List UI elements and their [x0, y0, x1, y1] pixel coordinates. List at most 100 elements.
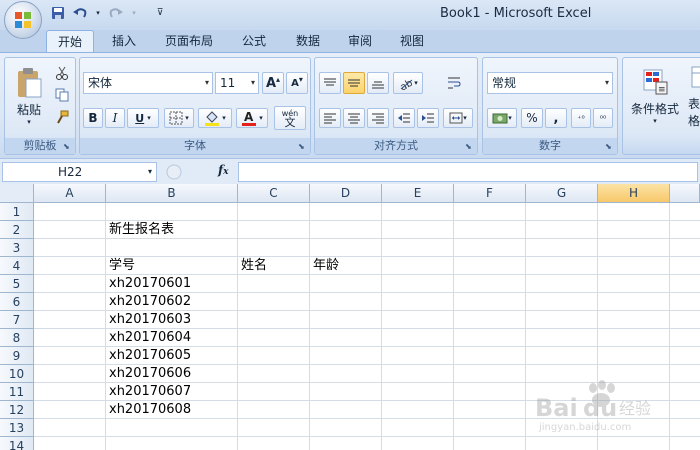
bottom-align-button[interactable] [367, 72, 389, 94]
accounting-format-button[interactable]: ▾ [487, 108, 517, 128]
name-box[interactable]: H22 ▾ [2, 162, 157, 182]
row-header-2[interactable]: 2 [0, 221, 34, 239]
paste-button[interactable]: 粘贴 ▾ [9, 62, 49, 130]
column-header-a[interactable]: A [34, 184, 106, 203]
clipboard-launcher-icon[interactable]: ⬊ [63, 142, 72, 151]
select-all-corner[interactable] [0, 184, 34, 203]
undo-dropdown-icon[interactable]: ▾ [94, 5, 102, 21]
row-header-5[interactable]: 5 [0, 275, 34, 293]
top-align-button[interactable] [319, 72, 341, 94]
row-header-14[interactable]: 14 [0, 437, 34, 450]
save-icon[interactable] [50, 5, 66, 21]
underline-button[interactable]: U ▾ [127, 108, 159, 128]
grow-font-label: A [265, 75, 277, 91]
shrink-font-button[interactable]: A ▾ [286, 72, 308, 94]
percent-button[interactable]: % [521, 108, 543, 128]
align-center-button[interactable] [343, 108, 365, 128]
number-format-combo[interactable]: 常规 ▾ [487, 72, 613, 94]
borders-button[interactable]: ▾ [164, 108, 194, 128]
grow-font-button[interactable]: A ▴ [262, 72, 284, 94]
decrease-decimal-button[interactable]: ⁰⁰ [593, 108, 613, 128]
redo-icon[interactable] [108, 5, 124, 21]
cell-b5[interactable]: xh20170601 [106, 275, 238, 293]
name-box-dropdown-icon[interactable]: ▾ [148, 163, 152, 181]
row-header-3[interactable]: 3 [0, 239, 34, 257]
row-header-10[interactable]: 10 [0, 365, 34, 383]
cell-b12[interactable]: xh20170608 [106, 401, 238, 419]
middle-align-button[interactable] [343, 72, 365, 94]
tab-view[interactable]: 视图 [390, 30, 434, 52]
align-left-button[interactable] [319, 108, 341, 128]
font-color-button[interactable]: A ▾ [236, 108, 268, 128]
row-header-12[interactable]: 12 [0, 401, 34, 419]
cell-b6[interactable]: xh20170602 [106, 293, 238, 311]
increase-indent-button[interactable] [417, 108, 439, 128]
currency-icon [492, 113, 508, 124]
bold-button[interactable]: B [83, 108, 103, 128]
font-size-dropdown-icon[interactable]: ▾ [251, 73, 255, 93]
cell-b11[interactable]: xh20170607 [106, 383, 238, 401]
tab-review[interactable]: 审阅 [338, 30, 382, 52]
phonetic-guide-button[interactable]: wén 文 [274, 106, 306, 130]
comma-button[interactable]: , [545, 108, 567, 128]
format-painter-button[interactable] [53, 108, 71, 126]
copy-button[interactable] [53, 86, 71, 104]
insert-function-button[interactable]: fx [218, 163, 236, 181]
cell-b8[interactable]: xh20170604 [106, 329, 238, 347]
align-right-button[interactable] [367, 108, 389, 128]
column-header-h[interactable]: H [598, 184, 670, 203]
column-header-b[interactable]: B [106, 184, 238, 203]
conditional-format-button[interactable]: ≡ 条件格式 ▾ [627, 62, 683, 130]
cell-b7[interactable]: xh20170603 [106, 311, 238, 329]
cell-b2[interactable]: 新生报名表 [106, 221, 238, 239]
column-header-d[interactable]: D [310, 184, 382, 203]
fill-color-button[interactable]: ▾ [198, 108, 232, 128]
row-header-13[interactable]: 13 [0, 419, 34, 437]
table-format-icon [691, 66, 700, 88]
row-header-11[interactable]: 11 [0, 383, 34, 401]
tab-formulas[interactable]: 公式 [232, 30, 276, 52]
row-header-4[interactable]: 4 [0, 257, 34, 275]
italic-button[interactable]: I [105, 108, 125, 128]
font-name-dropdown-icon[interactable]: ▾ [205, 73, 209, 93]
cell-d4[interactable]: 年龄 [310, 257, 382, 275]
font-size-combo[interactable]: 11 ▾ [215, 72, 259, 94]
tab-insert[interactable]: 插入 [100, 30, 148, 52]
column-header-f[interactable]: F [454, 184, 526, 203]
column-header-g[interactable]: G [526, 184, 598, 203]
tab-page-layout[interactable]: 页面布局 [158, 30, 220, 52]
row-header-9[interactable]: 9 [0, 347, 34, 365]
alignment-launcher-icon[interactable]: ⬊ [465, 142, 474, 151]
formula-input[interactable] [238, 162, 698, 182]
wrap-text-button[interactable] [443, 72, 465, 94]
font-launcher-icon[interactable]: ⬊ [298, 142, 307, 151]
row-header-6[interactable]: 6 [0, 293, 34, 311]
cell-b4[interactable]: 学号 [106, 257, 238, 275]
decrease-indent-button[interactable] [393, 108, 415, 128]
font-color-icon: A [242, 110, 257, 126]
merge-center-button[interactable]: ▾ [443, 108, 473, 128]
column-header-e[interactable]: E [382, 184, 454, 203]
increase-decimal-button[interactable]: ⁺⁰ [571, 108, 591, 128]
format-as-table-button[interactable]: 表格 [687, 62, 700, 130]
cell-c4[interactable]: 姓名 [238, 257, 310, 275]
undo-icon[interactable] [72, 5, 88, 21]
customize-toolbar-icon[interactable]: ⊽ [152, 5, 168, 21]
tab-data[interactable]: 数据 [286, 30, 330, 52]
row-header-7[interactable]: 7 [0, 311, 34, 329]
orientation-button[interactable]: ab ▾ [393, 72, 423, 94]
redo-dropdown-icon[interactable]: ▾ [130, 5, 138, 21]
row-header-8[interactable]: 8 [0, 329, 34, 347]
office-button[interactable] [4, 1, 42, 39]
font-name-combo[interactable]: 宋体 ▾ [83, 72, 213, 94]
number-format-dropdown-icon[interactable]: ▾ [605, 73, 609, 93]
tab-home[interactable]: 开始 [46, 30, 94, 52]
column-header-c[interactable]: C [238, 184, 310, 203]
number-launcher-icon[interactable]: ⬊ [605, 142, 614, 151]
column-header-next[interactable] [670, 184, 700, 203]
cell-b10[interactable]: xh20170606 [106, 365, 238, 383]
cell-b9[interactable]: xh20170605 [106, 347, 238, 365]
svg-text:Bai: Bai [535, 394, 578, 422]
row-header-1[interactable]: 1 [0, 203, 34, 221]
cut-button[interactable] [53, 64, 71, 82]
